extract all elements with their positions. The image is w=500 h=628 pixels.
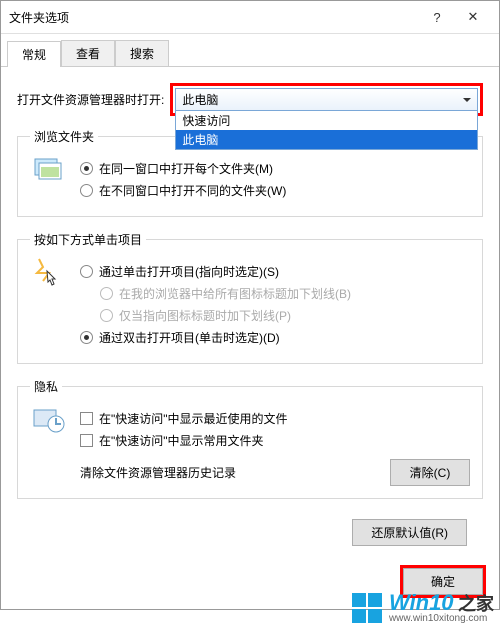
radio-single-click[interactable] <box>80 265 93 278</box>
own-window-label: 在不同窗口中打开不同的文件夹(W) <box>99 182 286 199</box>
radio-underline-all <box>100 287 113 300</box>
radio-same-window[interactable] <box>80 162 93 175</box>
single-click-label: 通过单击打开项目(指向时选定)(S) <box>99 263 279 280</box>
click-icon <box>32 255 66 289</box>
browse-icon <box>32 152 66 186</box>
wm-url: www.win10xitong.com <box>389 614 487 624</box>
close-button[interactable]: ✕ <box>455 7 491 27</box>
open-with-highlight: 此电脑 快速访问 此电脑 <box>170 83 483 116</box>
open-with-dropdown: 快速访问 此电脑 <box>175 110 478 150</box>
content: 打开文件资源管理器时打开: 此电脑 快速访问 此电脑 浏览文件夹 <box>1 67 499 558</box>
browse-own-row: 在不同窗口中打开不同的文件夹(W) <box>30 182 470 199</box>
clear-history-label: 清除文件资源管理器历史记录 <box>80 464 236 481</box>
radio-own-window[interactable] <box>80 184 93 197</box>
open-with-select-wrap: 此电脑 快速访问 此电脑 <box>175 88 478 111</box>
checkbox-frequent[interactable] <box>80 434 93 447</box>
restore-row: 还原默认值(R) <box>17 513 483 546</box>
u2-row: 仅当指向图标标题时加下划线(P) <box>30 307 470 324</box>
radio-underline-point <box>100 309 113 322</box>
click-group: 按如下方式单击项目 通过单击打开项目(指向时选定)(S) 在我的浏览器中给所有图… <box>17 231 483 364</box>
tab-view[interactable]: 查看 <box>61 40 115 66</box>
watermark: Win10 之家 www.win10xitong.com <box>351 592 494 624</box>
radio-double-click[interactable] <box>80 331 93 344</box>
browse-same-row: 在同一窗口中打开每个文件夹(M) <box>30 160 470 177</box>
open-with-select[interactable]: 此电脑 <box>175 88 478 111</box>
clear-row: 清除文件资源管理器历史记录 清除(C) <box>30 459 470 486</box>
wm-brand: Win10 <box>389 590 454 615</box>
underline-all-label: 在我的浏览器中给所有图标标题加下划线(B) <box>119 285 351 302</box>
help-button[interactable]: ? <box>419 7 455 27</box>
open-with-row: 打开文件资源管理器时打开: 此电脑 快速访问 此电脑 <box>17 83 483 116</box>
open-with-label: 打开文件资源管理器时打开: <box>17 91 164 108</box>
click-legend: 按如下方式单击项目 <box>30 231 146 248</box>
same-window-label: 在同一窗口中打开每个文件夹(M) <box>99 160 273 177</box>
restore-defaults-button[interactable]: 还原默认值(R) <box>352 519 467 546</box>
window-title: 文件夹选项 <box>9 9 69 26</box>
browse-legend: 浏览文件夹 <box>30 128 98 145</box>
open-with-selected: 此电脑 <box>182 93 218 107</box>
dropdown-this-pc[interactable]: 此电脑 <box>176 130 477 149</box>
privacy-legend: 隐私 <box>30 378 62 395</box>
dropdown-quick-access[interactable]: 快速访问 <box>176 111 477 130</box>
privacy-group: 隐私 在"快速访问"中显示最近使用的文件 在"快速访问"中显示常用文件夹 清除文… <box>17 378 483 499</box>
double-click-row: 通过双击打开项目(单击时选定)(D) <box>30 329 470 346</box>
tabs: 常规 查看 搜索 <box>1 34 499 67</box>
window-controls: ? ✕ <box>419 7 491 27</box>
double-click-label: 通过双击打开项目(单击时选定)(D) <box>99 329 280 346</box>
frequent-label: 在"快速访问"中显示常用文件夹 <box>99 432 264 449</box>
u1-row: 在我的浏览器中给所有图标标题加下划线(B) <box>30 285 470 302</box>
recent-row: 在"快速访问"中显示最近使用的文件 <box>30 410 470 427</box>
watermark-text: Win10 之家 www.win10xitong.com <box>389 592 494 624</box>
clear-button[interactable]: 清除(C) <box>390 459 470 486</box>
recent-label: 在"快速访问"中显示最近使用的文件 <box>99 410 288 427</box>
tab-search[interactable]: 搜索 <box>115 40 169 66</box>
wm-suffix: 之家 <box>458 594 494 614</box>
tab-general[interactable]: 常规 <box>7 41 61 67</box>
privacy-icon <box>32 402 66 436</box>
watermark-logo <box>351 592 383 624</box>
checkbox-recent[interactable] <box>80 412 93 425</box>
single-click-row: 通过单击打开项目(指向时选定)(S) <box>30 263 470 280</box>
underline-point-label: 仅当指向图标标题时加下划线(P) <box>119 307 291 324</box>
freq-row: 在"快速访问"中显示常用文件夹 <box>30 432 470 449</box>
titlebar: 文件夹选项 ? ✕ <box>1 1 499 34</box>
